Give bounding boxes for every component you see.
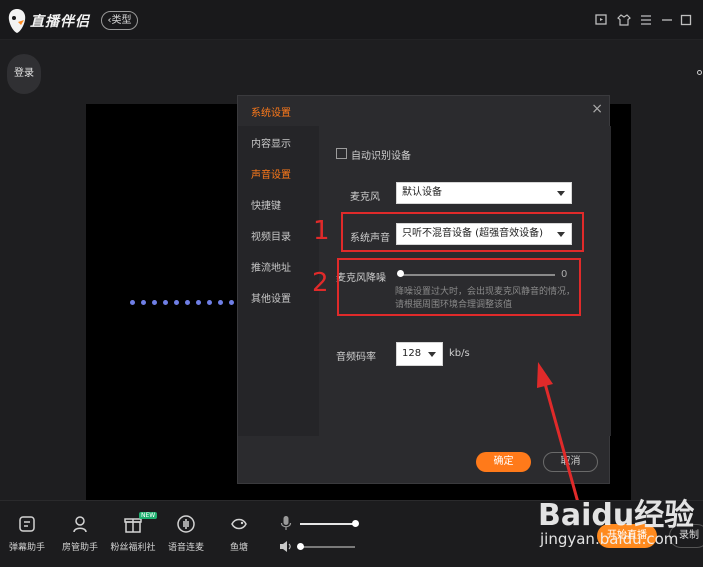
tool-label: 房管助手 [61, 543, 98, 553]
system-volume-knob[interactable] [297, 543, 304, 550]
tool-label: 粉丝福利社 [110, 543, 156, 553]
screen-icon[interactable] [594, 13, 608, 27]
watermark-logo: Baidu经验 [538, 498, 695, 533]
dropdown-arrow-icon [557, 191, 565, 196]
type-button[interactable]: ‹类型 [101, 11, 138, 30]
mic-volume-track[interactable] [300, 523, 355, 525]
fish-pond-button[interactable]: 鱼塘 [215, 514, 263, 553]
mic-volume-knob[interactable] [352, 520, 359, 527]
app-window: 直播伴侣 ‹类型 登录 系统设置 × 内容显示 声音设置 快捷键 视频目录 推流… [0, 0, 703, 567]
sidebar-item-video-dir[interactable]: 视频目录 [251, 228, 291, 243]
login-button[interactable]: 登录 [7, 54, 41, 94]
speaker-icon[interactable] [279, 540, 294, 553]
title-bar: 直播伴侣 ‹类型 [0, 0, 703, 40]
tool-label: 弹幕助手 [8, 543, 45, 553]
sidebar-item-sound[interactable]: 声音设置 [251, 166, 291, 181]
fish-icon [231, 518, 247, 530]
auto-detect-label: 自动识别设备 [351, 151, 411, 162]
voice-link-button[interactable]: 语音连麦 [162, 514, 210, 553]
danmu-icon [19, 516, 35, 532]
mic-label: 麦克风 [350, 192, 380, 203]
auto-detect-checkbox[interactable] [336, 148, 347, 159]
minimize-icon[interactable] [660, 13, 674, 27]
voice-wave-icon [177, 515, 195, 533]
system-volume-track[interactable] [300, 546, 355, 548]
new-badge: NEW [139, 512, 158, 519]
sidebar-item-other[interactable]: 其他设置 [251, 290, 291, 305]
type-button-label: 类型 [111, 15, 132, 26]
settings-dot-icon[interactable] [697, 70, 702, 75]
tool-label: 语音连麦 [167, 543, 204, 553]
bitrate-label: 音频码率 [336, 352, 376, 363]
bitrate-select[interactable]: 128 [396, 342, 443, 366]
menu-icon[interactable] [639, 13, 653, 27]
close-icon[interactable]: × [591, 101, 603, 117]
ok-button[interactable]: 确定 [476, 452, 531, 472]
app-logo-icon [8, 9, 26, 33]
microphone-icon[interactable] [280, 515, 292, 531]
annotation-number-2: 2 [312, 268, 329, 298]
fan-welfare-button[interactable]: 粉丝福利社 [109, 514, 157, 553]
danmu-assistant-button[interactable]: 弹幕助手 [3, 514, 51, 553]
bitrate-select-value: 128 [402, 348, 422, 359]
tool-label: 鱼塘 [229, 543, 248, 553]
sidebar-item-content[interactable]: 内容显示 [251, 135, 291, 150]
room-admin-button[interactable]: 房管助手 [56, 514, 104, 553]
annotation-box-1 [341, 212, 584, 252]
sidebar-item-shortcuts[interactable]: 快捷键 [251, 197, 281, 212]
bitrate-unit: kb/s [449, 348, 470, 359]
dialog-title: 系统设置 [251, 108, 291, 119]
mic-select-value: 默认设备 [402, 187, 442, 198]
sidebar-item-stream-url[interactable]: 推流地址 [251, 259, 291, 274]
mic-select[interactable]: 默认设备 [396, 182, 572, 204]
annotation-number-1: 1 [313, 216, 330, 246]
maximize-icon[interactable] [679, 13, 693, 27]
watermark-url: jingyan.baidu.com [540, 530, 679, 548]
settings-sidebar: 内容显示 声音设置 快捷键 视频目录 推流地址 其他设置 [238, 126, 319, 436]
admin-icon [73, 516, 87, 533]
app-title: 直播伴侣 [30, 14, 90, 30]
annotation-box-2 [337, 258, 581, 316]
dropdown-arrow-icon [428, 352, 436, 357]
shirt-icon[interactable] [617, 13, 631, 27]
